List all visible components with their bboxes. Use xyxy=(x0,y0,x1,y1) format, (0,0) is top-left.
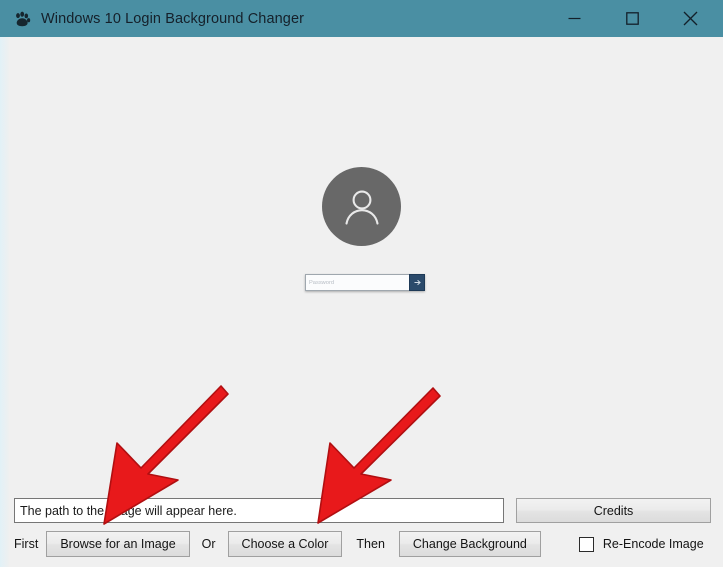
user-avatar-icon xyxy=(344,190,379,225)
password-placeholder: Password xyxy=(309,279,335,286)
step-label-first: First xyxy=(14,537,39,551)
submit-arrow-icon xyxy=(414,279,421,286)
step-label-then: Then xyxy=(356,537,385,551)
browse-button-label: Browse for an Image xyxy=(60,537,176,551)
password-input[interactable]: Password xyxy=(305,274,409,291)
choose-a-color-button[interactable]: Choose a Color xyxy=(227,531,343,557)
minimize-button[interactable] xyxy=(551,0,597,37)
action-row: First Browse for an Image Or Choose a Co… xyxy=(14,531,711,557)
client-area: Password xyxy=(0,37,723,567)
image-path-text: The path to the image will appear here. xyxy=(20,503,237,518)
close-button[interactable] xyxy=(667,0,713,37)
password-field-row: Password xyxy=(305,274,425,291)
credits-button[interactable]: Credits xyxy=(516,498,711,523)
choose-color-button-label: Choose a Color xyxy=(241,537,329,551)
title-bar: Windows 10 Login Background Changer xyxy=(0,0,723,37)
re-encode-image-label: Re-Encode Image xyxy=(602,537,704,551)
maximize-icon xyxy=(625,12,639,25)
maximize-button[interactable] xyxy=(609,0,655,37)
application-window: Windows 10 Login Background Changer Pass… xyxy=(0,0,723,567)
close-icon xyxy=(683,11,697,26)
password-submit-button[interactable] xyxy=(409,274,425,291)
avatar xyxy=(322,167,401,246)
credits-button-label: Credits xyxy=(593,503,634,518)
step-label-or: Or xyxy=(201,537,216,551)
login-screen-preview: Password xyxy=(0,37,723,477)
re-encode-image-checkbox[interactable] xyxy=(578,536,594,552)
image-path-input[interactable]: The path to the image will appear here. xyxy=(14,498,504,523)
browse-for-image-button[interactable]: Browse for an Image xyxy=(46,531,190,557)
change-background-button-label: Change Background xyxy=(412,537,527,551)
paw-print-icon xyxy=(16,11,31,26)
minimize-icon xyxy=(568,17,580,20)
re-encode-image-checkbox-row[interactable]: Re-Encode Image xyxy=(578,536,704,552)
change-background-button[interactable]: Change Background xyxy=(398,531,541,557)
window-title: Windows 10 Login Background Changer xyxy=(41,10,305,27)
